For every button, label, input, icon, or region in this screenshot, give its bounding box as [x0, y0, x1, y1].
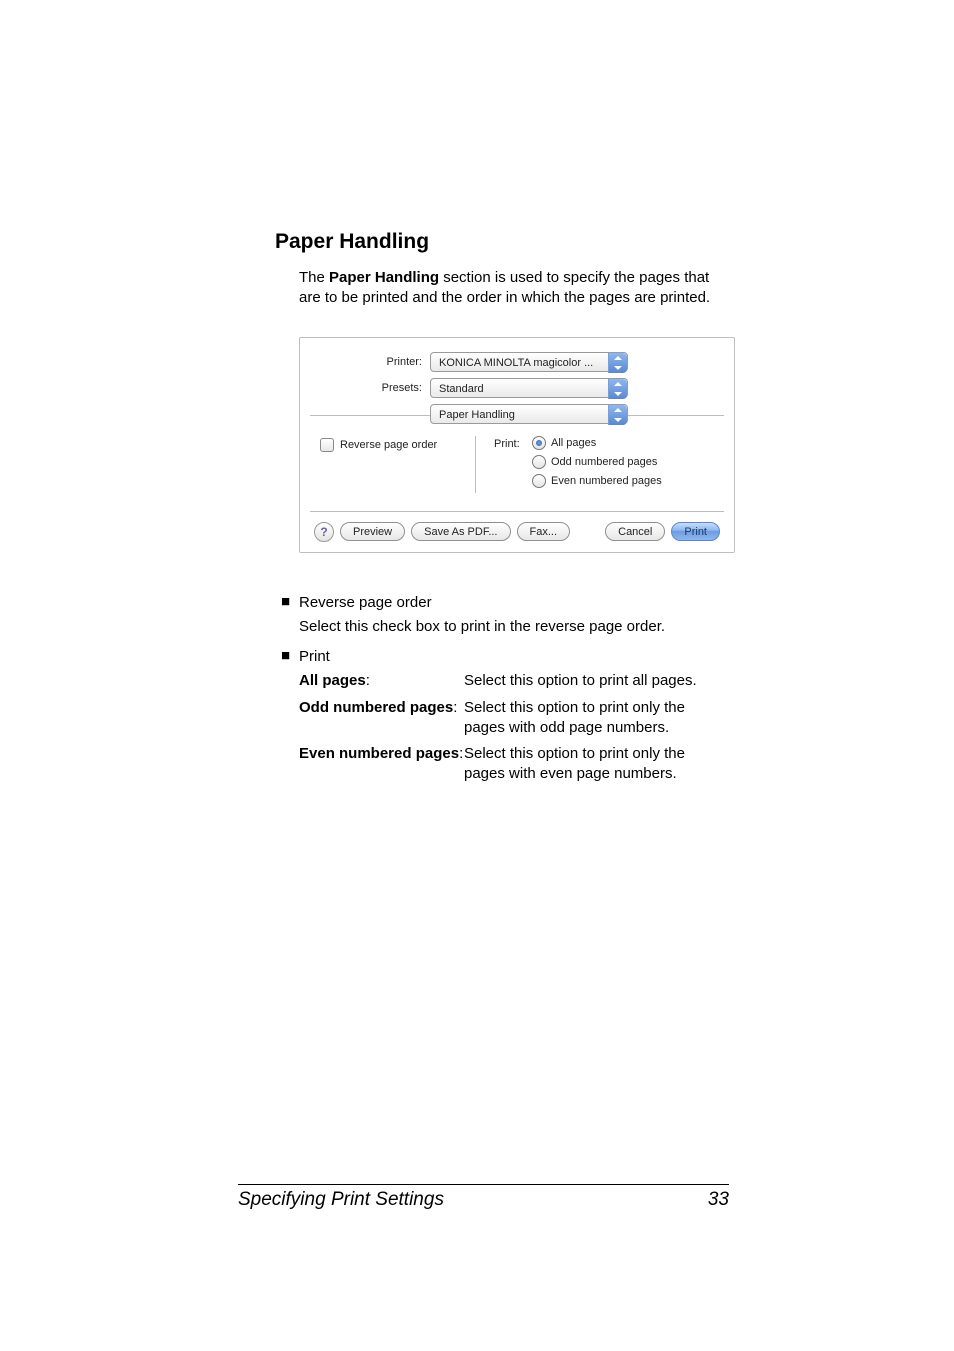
page: Paper Handling The Paper Handling sectio…	[0, 0, 954, 1351]
help-icon: ?	[320, 525, 327, 539]
option-row: Odd numbered pages: Select this option t…	[299, 698, 724, 739]
option-even-term: Even numbered pages:	[299, 744, 464, 785]
option-even-term-text: Even numbered pages	[299, 745, 459, 762]
radio-all-label: All pages	[551, 437, 596, 449]
list-item-print-title: Print	[299, 647, 724, 667]
preview-button[interactable]: Preview	[340, 522, 405, 541]
printer-dropdown[interactable]: KONICA MINOLTA magicolor ...	[430, 352, 628, 372]
dialog-right: Print: All pages Odd numbered pages	[476, 436, 662, 493]
print-button[interactable]: Print	[671, 522, 720, 541]
checkbox-box-icon	[320, 438, 334, 452]
printer-label: Printer:	[314, 356, 430, 368]
dialog-body: Reverse page order Print: All pages Odd …	[314, 436, 720, 493]
explanation-list: ■ Reverse page order Select this check b…	[281, 593, 724, 785]
bullet-icon: ■	[281, 647, 299, 667]
radio-icon	[532, 455, 546, 469]
print-options: All pages: Select this option to print a…	[299, 671, 724, 784]
print-dialog: Printer: KONICA MINOLTA magicolor ... Pr…	[299, 337, 735, 553]
pane-dropdown[interactable]: Paper Handling	[430, 404, 628, 424]
presets-dropdown[interactable]: Standard	[430, 378, 628, 398]
intro-paragraph: The Paper Handling section is used to sp…	[299, 268, 724, 309]
radio-odd-label: Odd numbered pages	[551, 456, 657, 468]
footer-title: Specifying Print Settings	[238, 1189, 444, 1211]
option-odd-term-text: Odd numbered pages	[299, 699, 453, 716]
updown-icon	[608, 379, 627, 399]
footer-row: Specifying Print Settings 33	[238, 1189, 729, 1211]
presets-row: Presets: Standard	[314, 378, 720, 398]
page-footer: Specifying Print Settings 33	[238, 1184, 729, 1211]
dialog-left: Reverse page order	[314, 436, 476, 493]
radio-row-all: Print: All pages	[494, 436, 662, 452]
radio-icon	[532, 474, 546, 488]
intro-bold: Paper Handling	[329, 269, 439, 286]
dialog-button-row: ? Preview Save As PDF... Fax... Cancel P…	[314, 522, 720, 542]
radio-all-pages[interactable]: All pages	[532, 436, 596, 450]
list-item: ■ Reverse page order	[281, 593, 724, 613]
radio-even-pages[interactable]: Even numbered pages	[532, 474, 662, 488]
dialog-divider	[310, 511, 724, 512]
pane-value: Paper Handling	[439, 409, 515, 421]
save-pdf-button[interactable]: Save As PDF...	[411, 522, 510, 541]
radio-dot-icon	[536, 440, 542, 446]
updown-icon	[608, 405, 627, 425]
print-group-label: Print:	[494, 438, 532, 450]
pane-separator: Paper Handling	[314, 404, 720, 424]
option-odd-def: Select this option to print only the pag…	[464, 698, 724, 739]
presets-value: Standard	[439, 383, 484, 395]
radio-even-label: Even numbered pages	[551, 475, 662, 487]
bullet-icon: ■	[281, 593, 299, 613]
list-item-reverse-desc: Select this check box to print in the re…	[299, 617, 724, 637]
fax-button[interactable]: Fax...	[517, 522, 571, 541]
radio-odd-pages[interactable]: Odd numbered pages	[532, 455, 657, 469]
printer-row: Printer: KONICA MINOLTA magicolor ...	[314, 352, 720, 372]
page-number: 33	[708, 1189, 729, 1211]
printer-value: KONICA MINOLTA magicolor ...	[439, 357, 593, 369]
help-button[interactable]: ?	[314, 522, 334, 542]
cancel-button[interactable]: Cancel	[605, 522, 665, 541]
intro-prefix: The	[299, 269, 329, 286]
option-all-term: All pages:	[299, 671, 464, 691]
option-even-def: Select this option to print only the pag…	[464, 744, 724, 785]
option-odd-term: Odd numbered pages:	[299, 698, 464, 739]
updown-icon	[608, 353, 627, 373]
presets-label: Presets:	[314, 382, 430, 394]
option-row: All pages: Select this option to print a…	[299, 671, 724, 691]
option-row: Even numbered pages: Select this option …	[299, 744, 724, 785]
list-item-reverse-title: Reverse page order	[299, 593, 724, 613]
option-all-def: Select this option to print all pages.	[464, 671, 724, 691]
reverse-order-checkbox[interactable]: Reverse page order	[320, 438, 475, 452]
radio-icon	[532, 436, 546, 450]
radio-row-even: Even numbered pages	[494, 474, 662, 490]
section-heading: Paper Handling	[275, 230, 724, 254]
reverse-order-label: Reverse page order	[340, 439, 437, 451]
option-all-term-text: All pages	[299, 672, 366, 689]
radio-row-odd: Odd numbered pages	[494, 455, 662, 471]
list-item: ■ Print	[281, 647, 724, 667]
footer-rule	[238, 1184, 729, 1185]
